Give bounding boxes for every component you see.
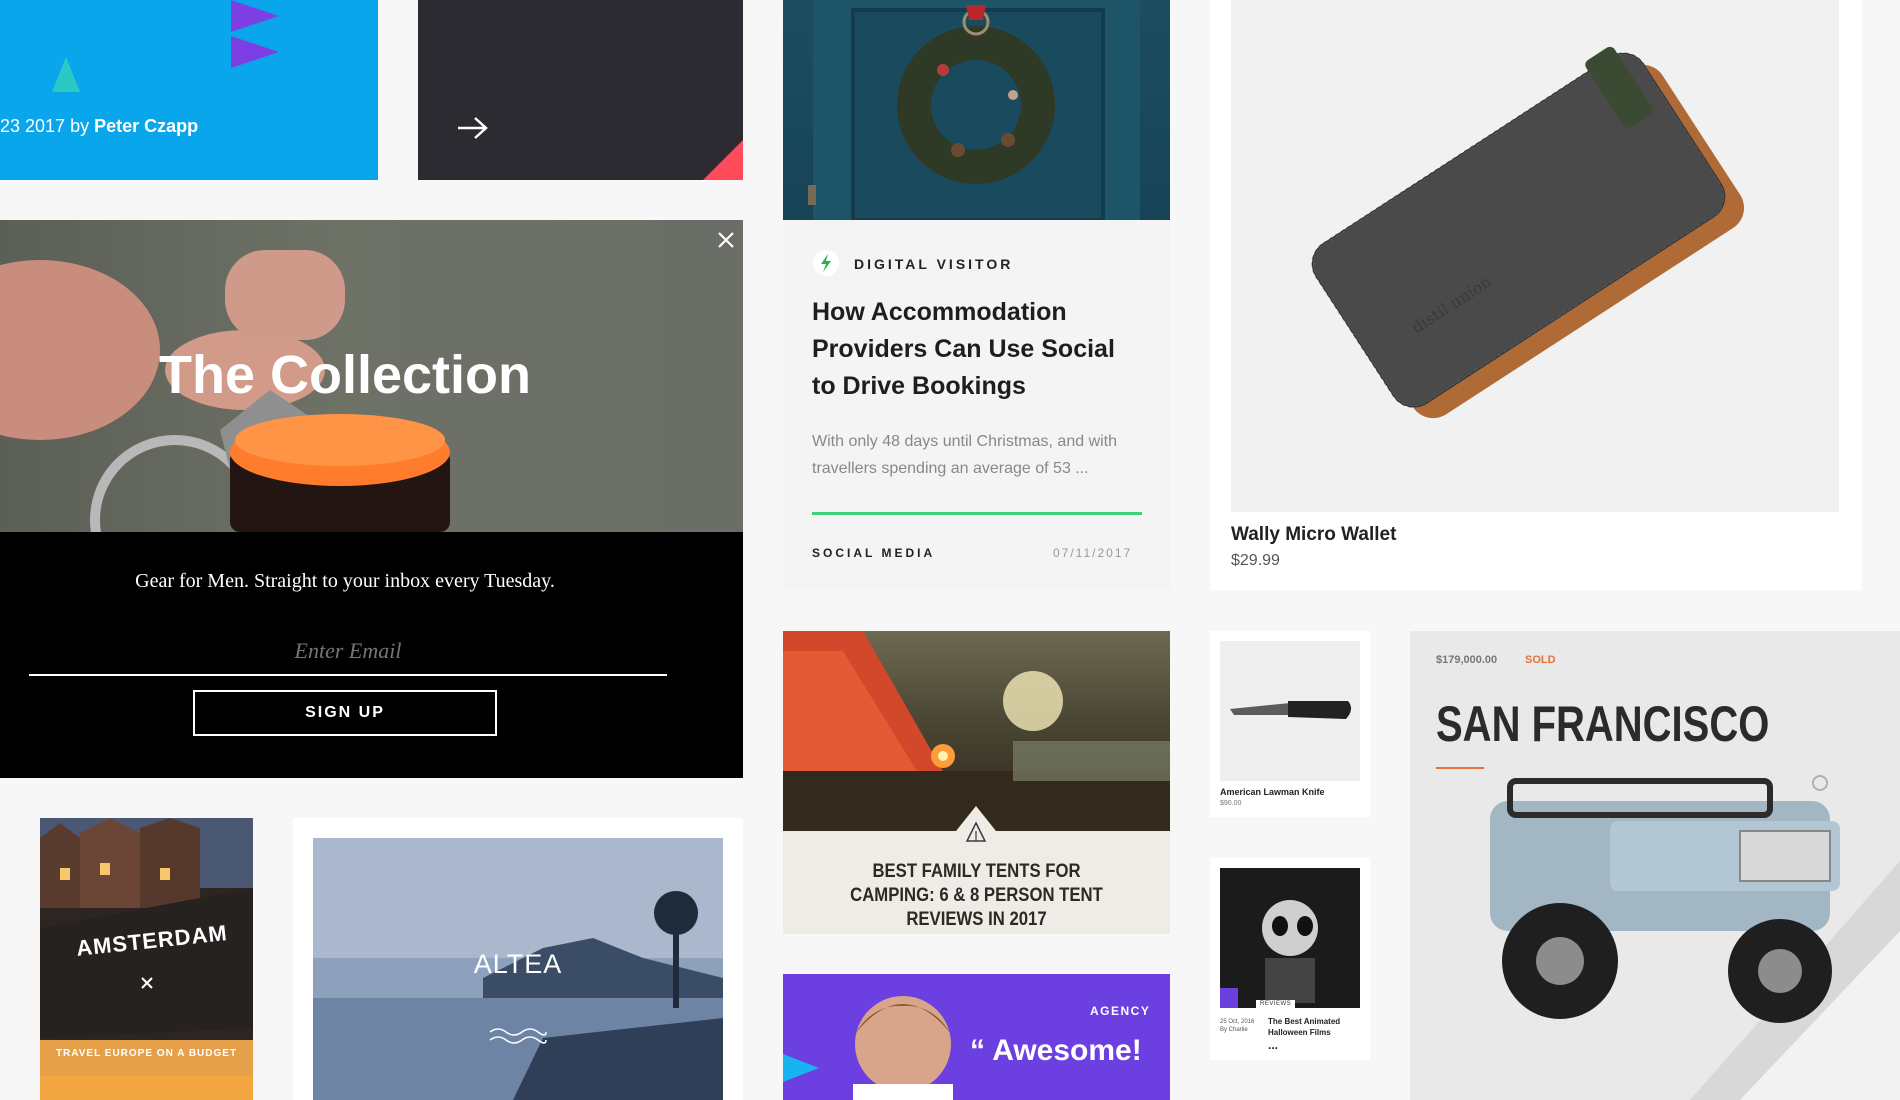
newsletter-title: The Collection <box>158 345 531 405</box>
tent-post-card[interactable]: BEST FAMILY TENTS FOR CAMPING: 6 & 8 PER… <box>783 631 1170 934</box>
wave-icon <box>489 1028 547 1044</box>
film-still-photo <box>1220 900 1318 1008</box>
wreath-photo <box>808 0 1140 222</box>
product-price: $29.99 <box>1231 552 1280 569</box>
sign-up-button[interactable]: SIGN UP <box>193 690 497 736</box>
close-icon[interactable] <box>716 230 736 250</box>
close-icon[interactable] <box>140 976 154 990</box>
article-card[interactable]: DIGITAL VISITOR How Accommodation Provid… <box>783 0 1170 590</box>
knife-name[interactable]: American Lawman Knife <box>1220 787 1325 797</box>
product-image: distil union <box>1231 0 1839 512</box>
author-link[interactable]: Peter Czapp <box>94 116 198 136</box>
article-title[interactable]: How Accommodation Providers Can Use Soci… <box>812 294 1142 405</box>
altea-card[interactable]: ALTEA <box>293 818 743 1100</box>
review-card[interactable]: REVIEWS 25 Oct, 2016 By Charlie The Best… <box>1210 858 1370 1060</box>
article-image <box>783 0 1170 222</box>
review-section: REVIEWS <box>1256 1000 1296 1008</box>
listing-city[interactable]: SAN FRANCISCO <box>1436 695 1769 753</box>
agency-quote: “ Awesome! <box>970 1034 1142 1067</box>
arrow-right-icon[interactable] <box>456 116 490 140</box>
newsletter-hero-image: The Collection <box>0 220 743 532</box>
tent-post-title[interactable]: BEST FAMILY TENTS FOR CAMPING: 6 & 8 PER… <box>833 860 1121 932</box>
publisher-name: DIGITAL VISITOR <box>854 256 1014 272</box>
knife-image <box>1220 641 1360 781</box>
review-meta: 25 Oct, 2016 By Charlie <box>1220 1018 1260 1034</box>
knife-price: $90.00 <box>1220 800 1242 807</box>
knife-card[interactable]: American Lawman Knife $90.00 <box>1210 631 1370 817</box>
email-input[interactable] <box>29 628 667 676</box>
newsletter-card: The Collection Gear for Men. Straight to… <box>0 220 743 778</box>
article-divider <box>812 512 1142 515</box>
blog-card-byline: 23 2017 by Peter Czapp <box>0 116 198 137</box>
newsletter-tagline: Gear for Men. Straight to your inbox eve… <box>135 570 555 592</box>
tent-icon <box>965 821 987 842</box>
article-excerpt: With only 48 days until Christmas, and w… <box>812 433 1118 477</box>
lightning-icon <box>813 250 839 276</box>
product-name[interactable]: Wally Micro Wallet <box>1231 524 1396 546</box>
article-date: 07/11/2017 <box>1053 546 1133 560</box>
travel-subtitle: TRAVEL EUROPE ON A BUDGET <box>55 1048 238 1059</box>
tent-image <box>783 631 1170 831</box>
product-card[interactable]: distil union Wally Micro Wallet $29.99 <box>1210 0 1862 590</box>
agency-card[interactable]: AGENCY “ Awesome! <box>783 974 1170 1100</box>
agency-label: AGENCY <box>1090 1004 1151 1018</box>
altea-title: ALTEA <box>473 949 563 979</box>
post-date: 23 2017 by <box>0 116 90 136</box>
article-category[interactable]: SOCIAL MEDIA <box>812 546 935 560</box>
review-date: 25 Oct, 2016 <box>1220 1019 1255 1025</box>
more-dots-icon[interactable]: ... <box>1268 1038 1278 1052</box>
listing-underline <box>1436 767 1484 769</box>
blog-card-shapes <box>52 0 279 92</box>
listing-status-badge: SOLD <box>1525 654 1556 666</box>
corner-accent <box>703 140 743 180</box>
blog-card[interactable]: 23 2017 by Peter Czapp <box>0 0 378 180</box>
review-byline: By Charlie <box>1220 1027 1248 1033</box>
travel-card[interactable]: AMSTERDAM TRAVEL EUROPE ON A BUDGET <box>40 818 253 1100</box>
listing-card[interactable]: $179,000.00 SOLD SAN FRANCISCO <box>1410 631 1900 1100</box>
knife-photo <box>1230 701 1352 719</box>
wallet-photo <box>1311 46 1744 419</box>
listing-price: $179,000.00 <box>1436 654 1498 666</box>
review-title[interactable]: The Best Animated Halloween Films <box>1268 1016 1358 1038</box>
review-image <box>1220 868 1360 1008</box>
dark-card[interactable] <box>418 0 743 180</box>
campfire-photo <box>783 631 1170 831</box>
